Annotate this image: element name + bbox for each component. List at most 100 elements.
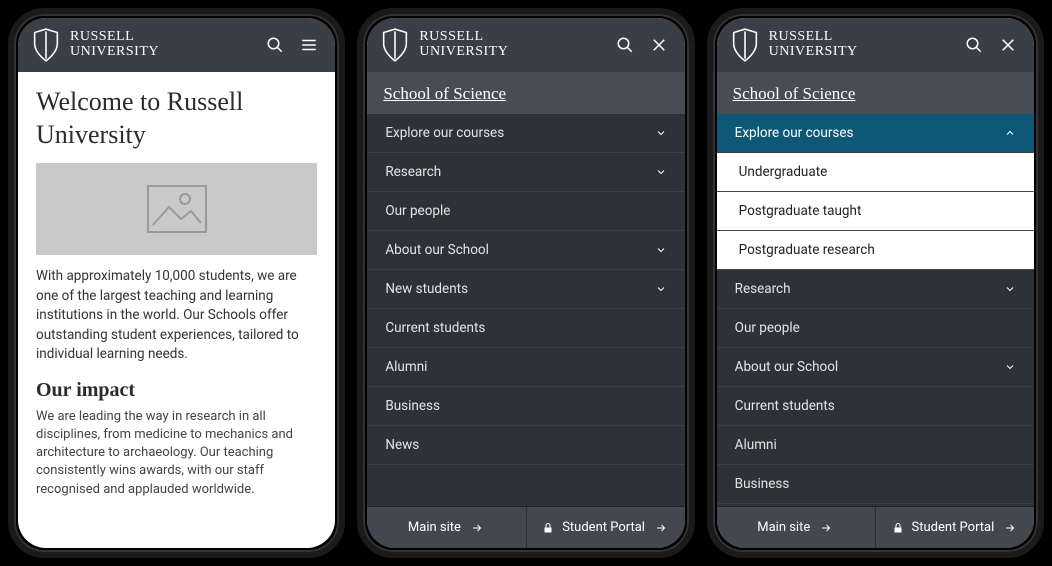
menu-item-label: Explore our courses [385, 125, 504, 141]
impact-paragraph: We are leading the way in research in al… [36, 408, 317, 499]
top-bar: RUSSELL UNIVERSITY [18, 18, 335, 72]
search-button[interactable] [613, 33, 637, 57]
menu-item-label: Alumni [735, 437, 777, 453]
arrow-right-icon [469, 522, 485, 534]
main-site-button[interactable]: Main site [367, 507, 525, 548]
chevron-down-icon [655, 244, 667, 256]
brand-logo[interactable]: RUSSELL UNIVERSITY [381, 28, 508, 62]
menu-item-label: Alumni [385, 359, 427, 375]
page-content: Welcome to Russell University With appro… [18, 72, 335, 548]
search-icon [616, 36, 634, 54]
brand-line1: RUSSELL [419, 30, 508, 45]
arrow-right-icon [1002, 522, 1018, 534]
intro-paragraph: With approximately 10,000 students, we a… [36, 267, 317, 365]
menu-item-label: About our School [385, 242, 489, 258]
student-portal-label: Student Portal [912, 520, 995, 535]
student-portal-label: Student Portal [562, 520, 645, 535]
search-button[interactable] [263, 33, 287, 57]
menu-item-label: Business [385, 398, 440, 414]
bottom-bar: Main site Student Portal [717, 506, 1034, 548]
phone-frame-2: RUSSELL UNIVERSITY School of Science Exp… [357, 8, 694, 558]
submenu-item-postgraduate-taught[interactable]: Postgraduate taught [717, 192, 1034, 231]
section-breadcrumb: School of Science [717, 72, 1034, 114]
menu-item-business[interactable]: Business [367, 387, 684, 426]
submenu-item-postgraduate-research[interactable]: Postgraduate research [717, 231, 1034, 270]
section-link[interactable]: School of Science [383, 84, 506, 103]
close-icon [999, 36, 1017, 54]
chevron-down-icon [1004, 361, 1016, 373]
menu-list: Explore our courses Undergraduate Postgr… [717, 114, 1034, 506]
chevron-down-icon [655, 283, 667, 295]
page-heading: Welcome to Russell University [36, 86, 317, 151]
menu-item-label: Current students [735, 398, 835, 414]
lock-icon [542, 521, 554, 535]
menu-item-courses[interactable]: Explore our courses [367, 114, 684, 153]
menu-item-label: Explore our courses [735, 125, 854, 141]
menu-item-current-students[interactable]: Current students [367, 309, 684, 348]
chevron-down-icon [655, 127, 667, 139]
menu-list: Explore our courses Research Our people … [367, 114, 684, 506]
brand-line1: RUSSELL [70, 30, 159, 45]
student-portal-button[interactable]: Student Portal [526, 507, 685, 548]
submenu-item-undergraduate[interactable]: Undergraduate [717, 153, 1034, 192]
close-icon [650, 36, 668, 54]
menu-item-label: Research [385, 164, 441, 180]
close-menu-button[interactable] [647, 33, 671, 57]
phone-frame-3: RUSSELL UNIVERSITY School of Science Exp… [707, 8, 1044, 558]
menu-item-new-students[interactable]: New students [367, 270, 684, 309]
brand-line1: RUSSELL [769, 30, 858, 45]
menu-item-label: Research [735, 281, 791, 297]
chevron-up-icon [1004, 127, 1016, 139]
search-icon [266, 36, 284, 54]
impact-heading: Our impact [36, 379, 317, 402]
menu-item-label: News [385, 437, 419, 453]
arrow-right-icon [653, 522, 669, 534]
image-placeholder-icon [147, 185, 207, 233]
lock-icon [892, 521, 904, 535]
menu-item-current-students[interactable]: Current students [717, 387, 1034, 426]
shield-icon [731, 28, 759, 62]
section-link[interactable]: School of Science [733, 84, 856, 103]
search-button[interactable] [962, 33, 986, 57]
nav-menu: School of Science Explore our courses Re… [367, 72, 684, 548]
menu-item-courses-expanded[interactable]: Explore our courses [717, 114, 1034, 153]
brand-logo[interactable]: RUSSELL UNIVERSITY [731, 28, 858, 62]
menu-item-alumni[interactable]: Alumni [367, 348, 684, 387]
brand-line2: UNIVERSITY [419, 45, 508, 60]
student-portal-button[interactable]: Student Portal [875, 507, 1034, 548]
top-bar: RUSSELL UNIVERSITY [717, 18, 1034, 72]
menu-item-news[interactable]: News [367, 426, 684, 465]
main-site-button[interactable]: Main site [717, 507, 875, 548]
bottom-bar: Main site Student Portal [367, 506, 684, 548]
menu-item-label: Business [735, 476, 790, 492]
menu-item-people[interactable]: Our people [717, 309, 1034, 348]
main-site-label: Main site [757, 520, 810, 535]
brand-line2: UNIVERSITY [769, 45, 858, 60]
hero-image-placeholder [36, 163, 317, 255]
menu-item-about[interactable]: About our School [717, 348, 1034, 387]
menu-item-label: Current students [385, 320, 485, 336]
close-menu-button[interactable] [996, 33, 1020, 57]
menu-button[interactable] [297, 33, 321, 57]
chevron-down-icon [655, 166, 667, 178]
section-breadcrumb: School of Science [367, 72, 684, 114]
menu-item-label: New students [385, 281, 468, 297]
menu-item-alumni[interactable]: Alumni [717, 426, 1034, 465]
shield-icon [381, 28, 409, 62]
submenu-courses: Undergraduate Postgraduate taught Postgr… [717, 153, 1034, 270]
main-site-label: Main site [408, 520, 461, 535]
brand-logo[interactable]: RUSSELL UNIVERSITY [32, 28, 159, 62]
shield-icon [32, 28, 60, 62]
menu-item-business[interactable]: Business [717, 465, 1034, 504]
menu-item-label: About our School [735, 359, 839, 375]
chevron-down-icon [1004, 283, 1016, 295]
menu-item-research[interactable]: Research [367, 153, 684, 192]
top-bar: RUSSELL UNIVERSITY [367, 18, 684, 72]
menu-item-research[interactable]: Research [717, 270, 1034, 309]
menu-item-people[interactable]: Our people [367, 192, 684, 231]
menu-item-label: Our people [385, 203, 450, 219]
brand-line2: UNIVERSITY [70, 45, 159, 60]
hamburger-icon [299, 36, 319, 54]
search-icon [965, 36, 983, 54]
menu-item-about[interactable]: About our School [367, 231, 684, 270]
